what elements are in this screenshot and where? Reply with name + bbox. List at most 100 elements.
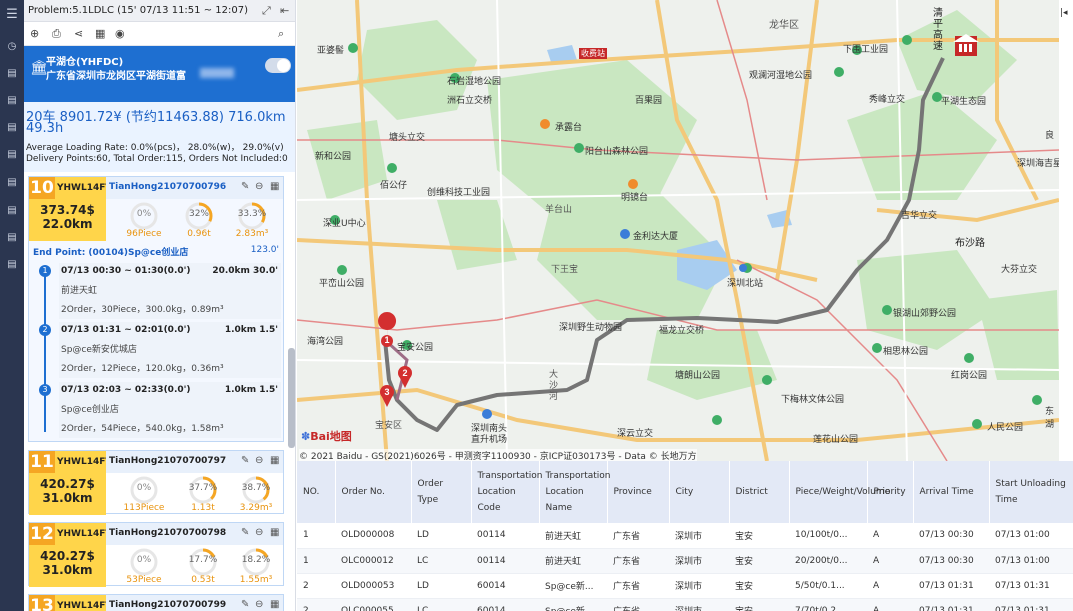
depot-header[interactable]: 🏛 平湖仓(YHFDC) 广东省深圳市龙岗区平湖街道富 xyxy=(24,46,295,102)
col-header[interactable]: Order Type xyxy=(411,461,472,523)
col-header[interactable]: Order No. xyxy=(335,461,412,523)
table-cell: 广东省 xyxy=(607,523,669,549)
col-header[interactable]: Transportation Location Code xyxy=(471,461,543,523)
doc-icon[interactable]: ▤ xyxy=(4,67,20,81)
table-cell: 广东省 xyxy=(607,548,669,574)
table-cell: 07/13 01:31 xyxy=(913,598,989,611)
doc-icon[interactable]: ▤ xyxy=(4,258,20,272)
table-cell: 2 xyxy=(297,573,335,599)
map-label: 宝安区 xyxy=(375,421,403,431)
col-header[interactable]: NO. xyxy=(297,461,336,523)
table-row[interactable]: 2 OLD000053 LD 60014 Sp@ce新... 广东省 深圳市 宝安 5/50t/… xyxy=(297,573,1073,599)
route-number: 10 xyxy=(29,177,55,199)
table-cell: 07/13 00:30 xyxy=(913,523,989,549)
doc-icon[interactable]: ▤ xyxy=(4,204,20,218)
grid-icon[interactable]: ▦ xyxy=(270,455,279,466)
col-header[interactable]: District xyxy=(729,461,790,523)
col-header[interactable]: Start Unloading Time xyxy=(989,461,1073,523)
route-id[interactable]: TianHong21070700799 xyxy=(109,600,226,610)
stop-detail: 2Order，12Piece，120.0kg，0.36m³ xyxy=(61,364,224,374)
doc-icon[interactable]: ▤ xyxy=(4,231,20,245)
minus-icon[interactable]: ⊖ xyxy=(255,455,263,466)
table-cell: 07/13 00:30 xyxy=(913,548,989,574)
route-id[interactable]: TianHong21070700796 xyxy=(109,182,226,192)
depot-toggle[interactable] xyxy=(265,58,291,73)
expand-icon[interactable]: ⤢ xyxy=(262,0,271,22)
paw-icon: ✽ xyxy=(301,430,311,443)
map-label: 深云立交 xyxy=(617,429,654,439)
table-cell: 宝安 xyxy=(729,573,789,599)
col-header[interactable]: Arrival Time xyxy=(913,461,990,523)
map-label: 秀峰立交 xyxy=(869,95,906,105)
route-distance: 31.0km xyxy=(42,491,93,505)
minus-icon[interactable]: ⊖ xyxy=(255,527,263,538)
collapse-icon[interactable]: |◂ xyxy=(1060,8,1068,18)
doc-icon[interactable]: ▤ xyxy=(4,176,20,190)
share-icon[interactable]: ⋖ xyxy=(74,27,83,40)
col-header[interactable]: Province xyxy=(607,461,670,523)
map-label: 大芬立交 xyxy=(1001,265,1038,275)
route-card[interactable]: 10 YHWL14FT TianHong21070700796 ✎ ⊖ ▦ 37… xyxy=(28,176,284,442)
volume-pct: 18.2% xyxy=(241,555,271,565)
route-card[interactable]: 12 YHWL14FT TianHong21070700798 ✎ ⊖ ▦ 42… xyxy=(28,522,284,587)
logo-text: Bai地图 xyxy=(310,430,352,443)
eye-icon[interactable]: ◉ xyxy=(115,27,125,40)
stop-detail: 2Order，54Piece，540.0kg，1.58m³ xyxy=(61,424,224,434)
pieces-count: 53Piece xyxy=(126,575,162,585)
table-cell: A xyxy=(867,573,913,599)
grid-icon[interactable]: ▦ xyxy=(95,27,105,40)
search-icon[interactable]: ⌕ xyxy=(278,27,284,41)
map-view[interactable]: 1 2 3 龙华区 清平高速 亚婆髻 石岩湿地公园 收费站 百果园 洲石立交桥 … xyxy=(297,0,1059,461)
minus-icon[interactable]: ⊖ xyxy=(255,181,263,192)
grid-icon[interactable]: ▦ xyxy=(270,527,279,538)
table-cell: 20/200t/0... xyxy=(789,548,867,574)
clock-icon[interactable]: ◷ xyxy=(4,40,20,54)
col-header[interactable]: Priority xyxy=(867,461,914,523)
stop-item[interactable]: 07/13 01:31 ~ 02:01(0.0') 1.0km 1.5' Sp@… xyxy=(59,322,281,378)
grid-icon[interactable]: ▦ xyxy=(270,599,279,610)
map-label: 深圳野生动物园 xyxy=(559,323,623,333)
stop-item[interactable]: 07/13 02:03 ~ 02:33(0.0') 1.0km 1.5' Sp@… xyxy=(59,382,281,438)
print-icon[interactable]: ⎙ xyxy=(52,27,61,41)
collapse-icon[interactable]: ⇤ xyxy=(280,0,289,22)
col-header[interactable]: City xyxy=(669,461,730,523)
weight-pct: 37.7% xyxy=(188,483,218,493)
grid-icon[interactable]: ▦ xyxy=(270,181,279,192)
baidu-logo: ✽Bai地图 xyxy=(301,428,352,444)
table-cell: LD xyxy=(411,523,471,549)
edit-icon[interactable]: ✎ xyxy=(241,181,249,192)
pieces-count: 96Piece xyxy=(126,229,162,239)
edit-icon[interactable]: ✎ xyxy=(241,527,249,538)
depot-marker[interactable] xyxy=(953,34,979,56)
menu-icon[interactable]: ☰ xyxy=(4,8,20,22)
col-header[interactable]: Transportation Location Name xyxy=(539,461,611,523)
table-row[interactable]: 2OLC000055LC60014Sp@ce新...广东省深圳市宝安7/70t/… xyxy=(297,598,1073,611)
vehicle-type: YHWL14FT xyxy=(55,523,112,545)
route-card[interactable]: 13 YHWL14FT TianHong21070700799 ✎ ⊖ ▦ xyxy=(28,594,284,611)
doc-icon[interactable]: ▤ xyxy=(4,148,20,162)
edit-icon[interactable]: ✎ xyxy=(241,455,249,466)
weight-pct: 32% xyxy=(188,209,209,219)
table-cell: A xyxy=(867,523,913,549)
route-card[interactable]: 11 YHWL14FT TianHong21070700797 ✎ ⊖ ▦ 42… xyxy=(28,450,284,515)
minus-icon[interactable]: ⊖ xyxy=(255,599,263,610)
map-label: 人民公园 xyxy=(987,423,1024,433)
route-id[interactable]: TianHong21070700798 xyxy=(109,528,226,538)
weight-total: 0.53t xyxy=(191,575,215,585)
doc-icon[interactable]: ▤ xyxy=(4,121,20,135)
table-header: NO. Order No. Order Type Transportation … xyxy=(297,461,1073,523)
table-row[interactable]: 1 OLC000012 LC 00114 前进天虹 广东省 深圳市 宝安 20/200t/0..… xyxy=(297,548,1073,574)
map-label: 龙华区 xyxy=(769,20,799,31)
col-header[interactable]: Piece/Weight/Volume xyxy=(789,461,890,523)
doc-icon[interactable]: ▤ xyxy=(4,94,20,108)
panel-scrollbar[interactable] xyxy=(288,348,295,448)
table-cell: 60014 xyxy=(471,598,539,611)
table-cell: 广东省 xyxy=(607,573,669,599)
table-row[interactable]: 1 OLD000008 LD 00114 前进天虹 广东省 深圳市 宝安 10/100t/0..… xyxy=(297,523,1073,549)
route-id[interactable]: TianHong21070700797 xyxy=(109,456,226,466)
volume-total: 1.55m³ xyxy=(239,575,273,585)
edit-icon[interactable]: ✎ xyxy=(241,599,249,610)
add-icon[interactable]: ⊕ xyxy=(30,27,39,40)
stop-item[interactable]: 07/13 00:30 ~ 01:30(0.0') 20.0km 30.0' 前… xyxy=(59,263,281,319)
app-window: ☰ ◷ ▤ ▤ ▤ ▤ ▤ ▤ ▤ ▤ Problem:5.1LDLC (15'… xyxy=(0,0,1073,611)
